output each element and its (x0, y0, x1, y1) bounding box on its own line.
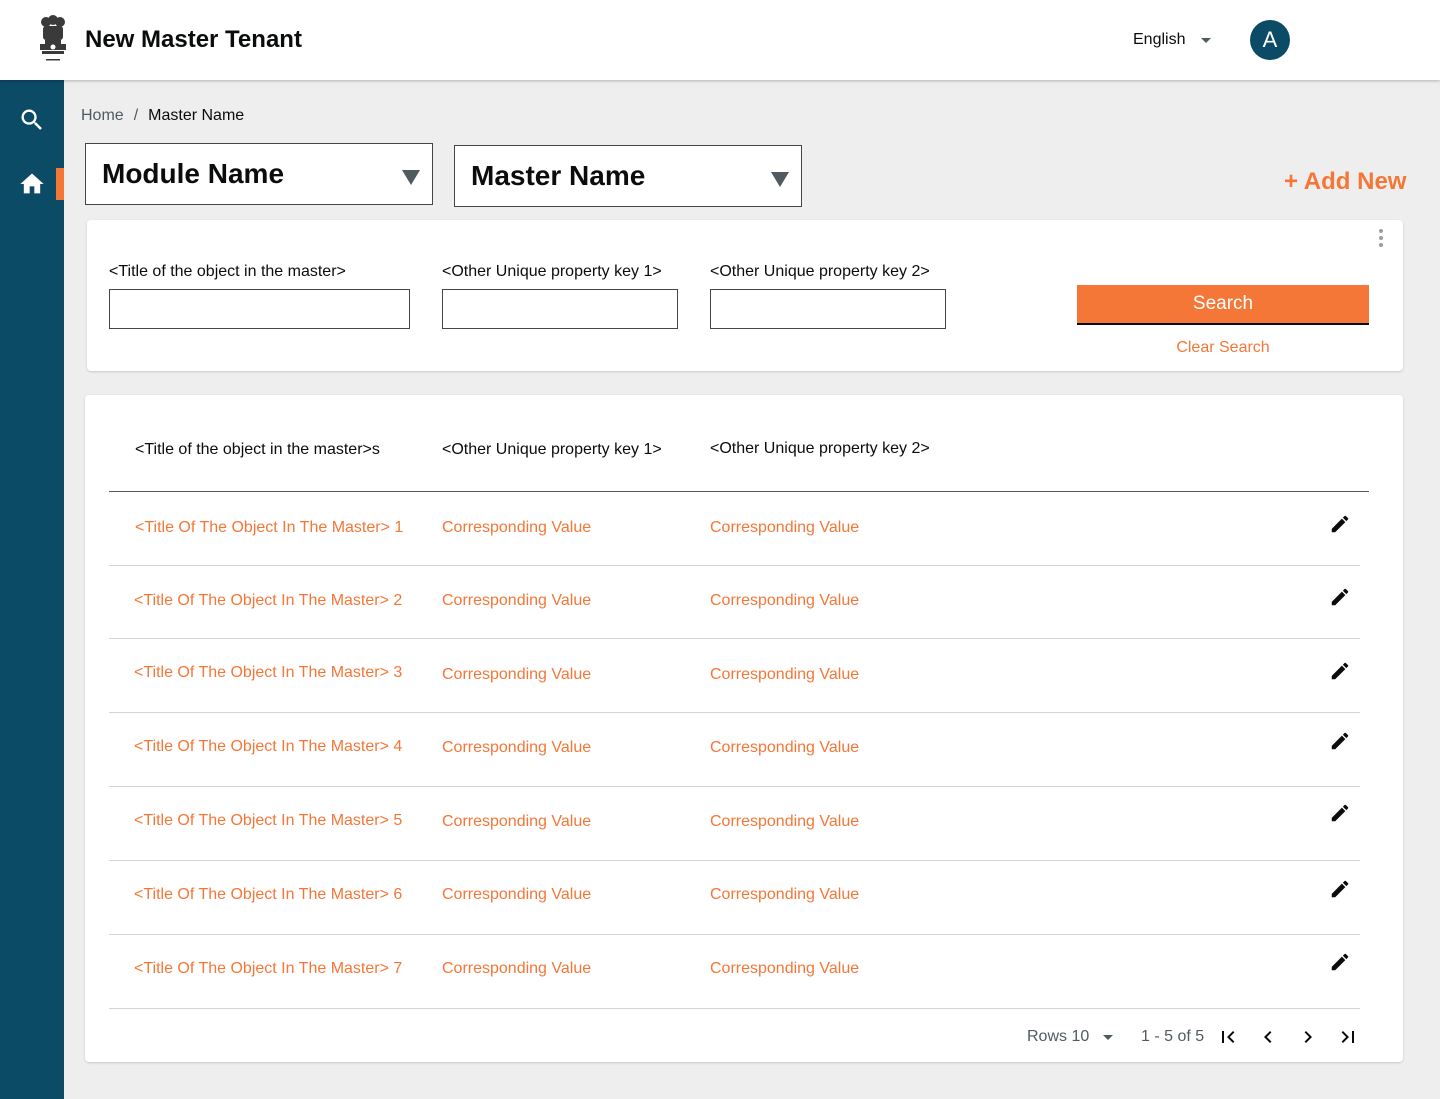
row-value-key1[interactable]: Corresponding Value (442, 591, 591, 611)
language-label: English (1133, 31, 1186, 48)
row-value-key2[interactable]: Corresponding Value (710, 959, 859, 979)
active-indicator (56, 168, 64, 200)
more-options-icon[interactable] (1378, 229, 1384, 247)
row-title-link[interactable]: <Title Of The Object In The Master> 6 (134, 885, 402, 905)
search-field-label-key1: <Other Unique property key 1> (442, 263, 662, 280)
edit-pencil-icon[interactable] (1329, 730, 1351, 752)
breadcrumb-home[interactable]: Home (81, 106, 124, 126)
row-title-link[interactable]: <Title Of The Object In The Master> 4 (134, 737, 402, 757)
dropdown-arrow-icon (771, 172, 789, 187)
breadcrumb: Home / Master Name (81, 106, 244, 126)
search-input-key1[interactable] (442, 289, 678, 329)
table-row: <Title Of The Object In The Master> 2 Co… (109, 565, 1360, 639)
row-value-key2[interactable]: Corresponding Value (710, 812, 859, 832)
breadcrumb-current: Master Name (148, 107, 245, 124)
module-name-select[interactable]: Module Name (85, 143, 433, 205)
search-field-label-title: <Title of the object in the master> (109, 263, 346, 280)
chevron-down-icon (1201, 37, 1212, 43)
edit-pencil-icon[interactable] (1329, 951, 1351, 973)
clear-search-link[interactable]: Clear Search (1077, 338, 1369, 358)
master-name-select[interactable]: Master Name (454, 145, 802, 207)
edit-pencil-icon[interactable] (1329, 802, 1351, 824)
rows-per-page-dropdown-icon[interactable] (1103, 1035, 1113, 1040)
first-page-icon[interactable] (1216, 1025, 1240, 1049)
table-row: <Title Of The Object In The Master> 5 Co… (109, 787, 1360, 861)
master-name-select-value: Master Name (471, 160, 646, 191)
pagination: Rows 10 1 - 5 of 5 (85, 1025, 1403, 1049)
state-emblem-icon (40, 15, 66, 61)
breadcrumb-separator: / (133, 107, 139, 124)
search-button[interactable]: Search (1077, 285, 1369, 325)
next-page-icon[interactable] (1296, 1025, 1320, 1049)
row-title-link[interactable]: <Title Of The Object In The Master> 1 (135, 518, 403, 538)
language-selector[interactable]: English (1133, 30, 1212, 50)
edit-pencil-icon[interactable] (1329, 878, 1351, 900)
row-value-key2[interactable]: Corresponding Value (710, 738, 859, 758)
avatar[interactable]: A (1250, 20, 1290, 60)
table-row: <Title Of The Object In The Master> 7 Co… (109, 935, 1360, 1009)
search-icon[interactable] (18, 106, 46, 134)
row-value-key1[interactable]: Corresponding Value (442, 738, 591, 758)
home-icon[interactable] (18, 170, 46, 198)
edit-pencil-icon[interactable] (1329, 513, 1351, 535)
table-header-key2: <Other Unique property key 2> (710, 440, 930, 457)
search-input-title[interactable] (109, 289, 410, 329)
row-value-key2[interactable]: Corresponding Value (710, 885, 859, 905)
row-value-key1[interactable]: Corresponding Value (442, 518, 591, 538)
rows-per-page-label: Rows 10 (1027, 1028, 1090, 1045)
sidebar (0, 80, 64, 1099)
row-value-key1[interactable]: Corresponding Value (442, 665, 591, 685)
previous-page-icon[interactable] (1256, 1025, 1280, 1049)
row-title-link[interactable]: <Title Of The Object In The Master> 5 (134, 811, 402, 831)
app-title: New Master Tenant (85, 26, 302, 53)
table-header-title: <Title of the object in the master>s (135, 441, 380, 458)
search-input-key2[interactable] (710, 289, 946, 329)
row-value-key2[interactable]: Corresponding Value (710, 591, 859, 611)
row-value-key1[interactable]: Corresponding Value (442, 959, 591, 979)
last-page-icon[interactable] (1336, 1025, 1360, 1049)
results-table-card: <Title of the object in the master>s <Ot… (85, 395, 1403, 1062)
edit-pencil-icon[interactable] (1329, 586, 1351, 608)
table-row: <Title Of The Object In The Master> 6 Co… (109, 861, 1360, 935)
row-value-key2[interactable]: Corresponding Value (710, 665, 859, 685)
table-header-key1: <Other Unique property key 1> (442, 441, 662, 458)
table-row: <Title Of The Object In The Master> 3 Co… (109, 639, 1360, 713)
search-field-label-key2: <Other Unique property key 2> (710, 263, 930, 280)
dropdown-arrow-icon (402, 170, 420, 185)
row-value-key1[interactable]: Corresponding Value (442, 885, 591, 905)
search-card: <Title of the object in the master> <Oth… (87, 220, 1403, 371)
row-title-link[interactable]: <Title Of The Object In The Master> 3 (134, 663, 402, 683)
pagination-range: 1 - 5 of 5 (1141, 1028, 1205, 1045)
top-bar: New Master Tenant English A (0, 0, 1440, 80)
table-row: <Title Of The Object In The Master> 1 Co… (109, 492, 1360, 566)
row-value-key1[interactable]: Corresponding Value (442, 812, 591, 832)
row-value-key2[interactable]: Corresponding Value (710, 518, 859, 538)
module-name-select-value: Module Name (102, 158, 285, 189)
add-new-button[interactable]: + Add New (1284, 168, 1406, 196)
table-row: <Title Of The Object In The Master> 4 Co… (109, 713, 1360, 787)
row-title-link[interactable]: <Title Of The Object In The Master> 7 (134, 959, 402, 979)
edit-pencil-icon[interactable] (1329, 660, 1351, 682)
row-title-link[interactable]: <Title Of The Object In The Master> 2 (134, 591, 402, 611)
